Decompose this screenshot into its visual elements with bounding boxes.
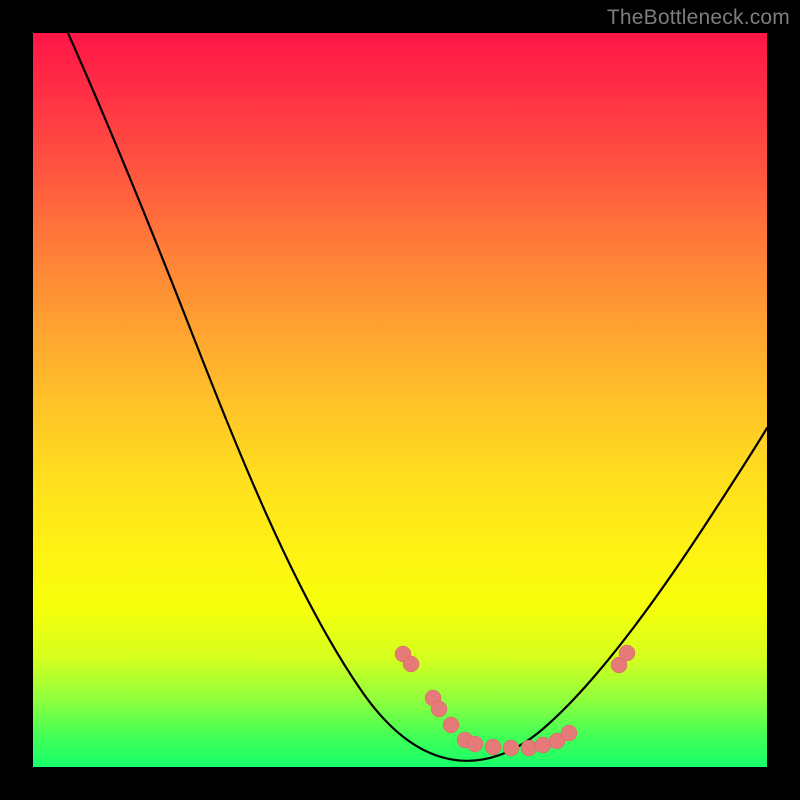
chart-frame: TheBottleneck.com	[0, 0, 800, 800]
highlight-dot	[485, 739, 501, 755]
highlight-dot	[403, 656, 419, 672]
highlight-dot	[467, 736, 483, 752]
highlight-dot	[535, 737, 551, 753]
highlight-dot	[431, 701, 447, 717]
highlight-dot	[619, 645, 635, 661]
watermark-text: TheBottleneck.com	[607, 6, 790, 30]
highlight-dot	[521, 740, 537, 756]
chart-overlay	[33, 33, 767, 767]
highlight-dot	[443, 717, 459, 733]
highlight-dot	[561, 725, 577, 741]
highlight-dot	[503, 740, 519, 756]
highlight-dot-group	[395, 645, 635, 756]
bottleneck-curve	[68, 33, 767, 761]
